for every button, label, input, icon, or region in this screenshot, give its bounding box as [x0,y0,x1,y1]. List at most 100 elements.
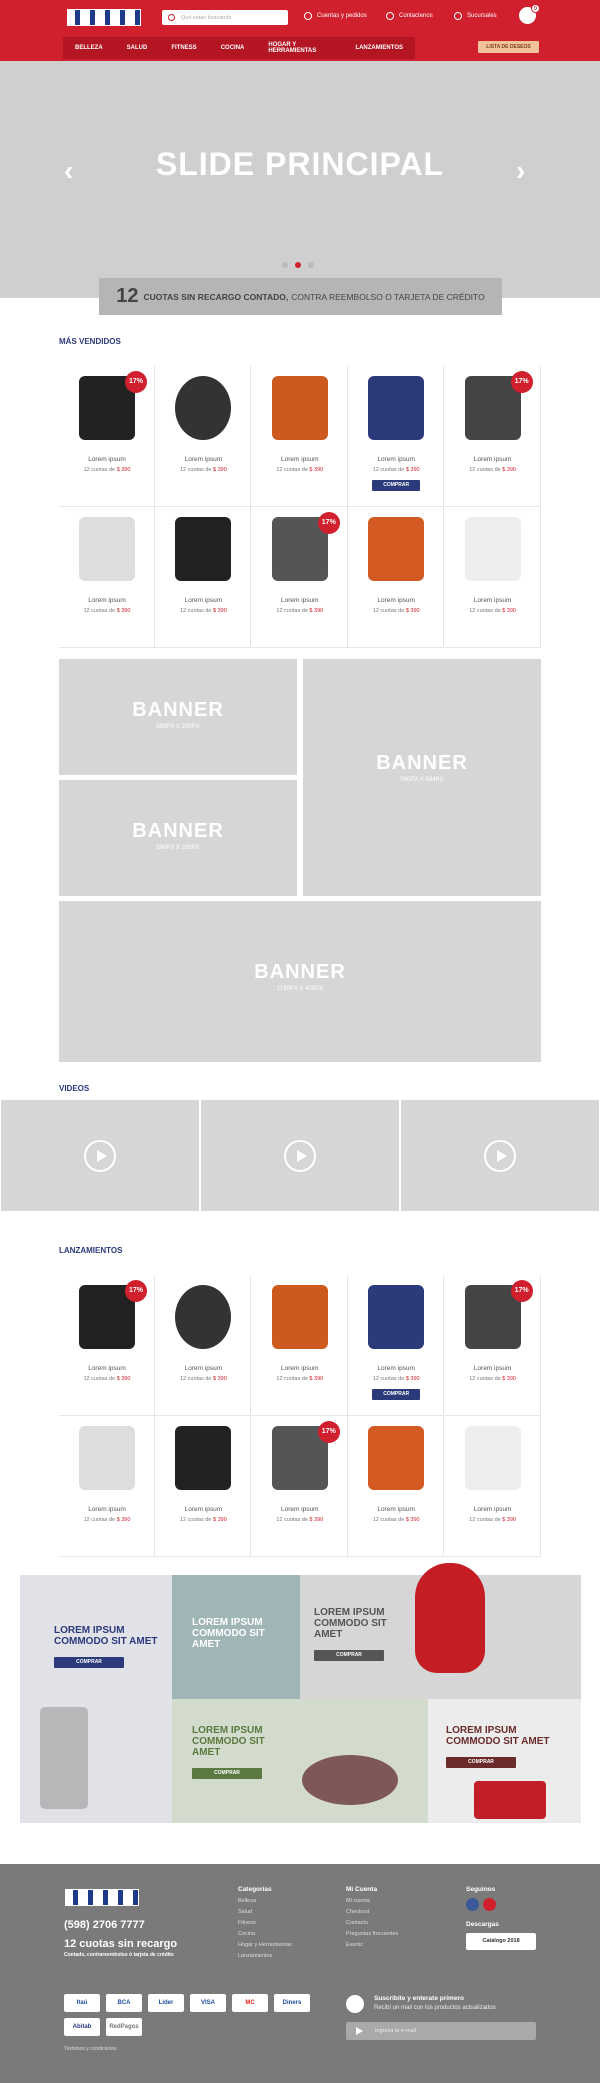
product-image[interactable] [368,1285,425,1349]
catalog-download-button[interactable]: Catálogo 2018 [466,1933,536,1950]
nav-salud[interactable]: SALUD [115,45,160,51]
slider-dot[interactable] [308,262,314,268]
footer-link[interactable]: Hogar y Herramientas [238,1942,292,1948]
product-card[interactable]: Lorem ipsum 12 cuotas de $ 390 [444,1416,541,1557]
product-card[interactable]: 17% Lorem ipsum 12 cuotas de $ 390 [444,366,541,507]
product-image[interactable] [79,517,135,581]
product-name[interactable]: Lorem ipsum [348,1365,444,1372]
product-name[interactable]: Lorem ipsum [348,456,444,463]
product-card[interactable]: 17% Lorem ipsum 12 cuotas de $ 390 [444,1275,541,1416]
footer-link[interactable]: Lanzamientos [238,1953,292,1959]
product-name[interactable]: Lorem ipsum [59,597,155,604]
product-card[interactable]: 17% Lorem ipsum 12 cuotas de $ 390 [251,507,348,648]
product-card[interactable]: Lorem ipsum 12 cuotas de $ 390 [155,1416,252,1557]
nav-lanzamientos[interactable]: LANZAMIENTOS [343,45,415,51]
banner[interactable]: BANNER 590PX X 594PX [303,659,541,896]
footer-link[interactable]: Contacto [346,1920,398,1926]
product-image[interactable] [175,1285,232,1349]
product-name[interactable]: Lorem ipsum [348,1506,444,1513]
promo-buy-button[interactable]: COMPRAR [446,1757,516,1768]
nav-belleza[interactable]: BELLEZA [63,45,115,51]
promo-buy-button[interactable]: COMPRAR [314,1650,384,1661]
play-icon[interactable] [84,1140,116,1172]
nav-cocina[interactable]: COCINA [209,45,257,51]
footer-link[interactable]: Preguntas frecuentes [346,1931,398,1937]
product-image[interactable] [175,1426,232,1490]
product-card[interactable]: Lorem ipsum 12 cuotas de $ 390 [444,507,541,648]
product-image[interactable] [464,517,521,581]
product-image[interactable] [175,376,232,440]
product-name[interactable]: Lorem ipsum [445,456,541,463]
product-card[interactable]: 17% Lorem ipsum 12 cuotas de $ 390 [251,1416,348,1557]
slider-next[interactable]: › [516,155,525,187]
youtube-icon[interactable] [483,1898,496,1911]
banner[interactable]: BANNER 590PX X 295PX [59,780,297,896]
product-card[interactable]: Lorem ipsum 12 cuotas de $ 390 [251,366,348,507]
product-name[interactable]: Lorem ipsum [155,597,251,604]
product-name[interactable]: Lorem ipsum [348,597,444,604]
product-card[interactable]: Lorem ipsum 12 cuotas de $ 390 [59,1416,155,1557]
search-input[interactable]: Qué estás buscando [181,15,231,21]
product-card[interactable]: Lorem ipsum 12 cuotas de $ 390 COMPRAR [348,1275,445,1416]
product-card[interactable]: Lorem ipsum 12 cuotas de $ 390 [155,507,252,648]
banner[interactable]: BANNER 1190PX X 400PX [59,901,541,1062]
footer-link[interactable]: Checkout [346,1909,398,1915]
product-card[interactable]: 17% Lorem ipsum 12 cuotas de $ 390 [59,1275,155,1416]
product-name[interactable]: Lorem ipsum [59,1365,155,1372]
buy-button[interactable]: COMPRAR [372,1389,421,1400]
footer-link[interactable]: Fitness [238,1920,292,1926]
promo-card[interactable]: LOREM IPSUM COMMODO SIT AMET COMPRAR [172,1699,428,1823]
footer-link[interactable]: Belleza [238,1898,292,1904]
product-name[interactable]: Lorem ipsum [155,1506,251,1513]
send-icon[interactable] [356,2027,363,2035]
contact-link[interactable]: Contactenos [386,12,433,20]
product-name[interactable]: Lorem ipsum [445,597,541,604]
product-image[interactable] [271,1285,328,1349]
slider-dot[interactable] [282,262,288,268]
product-name[interactable]: Lorem ipsum [155,1365,251,1372]
footer-link[interactable]: Mi cuenta [346,1898,398,1904]
product-image[interactable] [464,1426,521,1490]
play-icon[interactable] [484,1140,516,1172]
wishlist-button[interactable]: LISTA DE DESEOS [478,41,539,53]
search-box[interactable]: Qué estás buscando [162,10,288,25]
product-card[interactable]: 17% Lorem ipsum 12 cuotas de $ 390 [59,366,155,507]
product-name[interactable]: Lorem ipsum [155,456,251,463]
promo-buy-button[interactable]: COMPRAR [54,1657,124,1668]
email-input[interactable]: Ingresa tu e-mail [375,2028,416,2034]
product-image[interactable] [368,376,425,440]
video-thumb[interactable] [401,1100,599,1211]
stores-link[interactable]: Sucursales [454,12,497,20]
logo[interactable] [67,9,141,26]
promo-card[interactable]: LOREM IPSUM COMMODO SIT AMET COMPRAR [300,1563,581,1699]
product-card[interactable]: Lorem ipsum 12 cuotas de $ 390 [59,507,155,648]
play-icon[interactable] [284,1140,316,1172]
product-image[interactable] [271,376,328,440]
promo-card[interactable]: LOREM IPSUM COMMODO SIT AMET COMPRAR [54,1625,164,1668]
facebook-icon[interactable] [466,1898,479,1911]
slider-dot[interactable] [295,262,301,268]
nav-hogar[interactable]: HOGAR Y HERRAMIENTAS [256,42,343,54]
product-name[interactable]: Lorem ipsum [59,1506,155,1513]
product-name[interactable]: Lorem ipsum [445,1365,541,1372]
product-name[interactable]: Lorem ipsum [252,456,348,463]
footer-link[interactable]: Eventz [346,1942,398,1948]
product-card[interactable]: Lorem ipsum 12 cuotas de $ 390 COMPRAR [348,366,445,507]
footer-logo[interactable] [65,1889,139,1906]
product-card[interactable]: Lorem ipsum 12 cuotas de $ 390 [155,366,252,507]
footer-link[interactable]: Salud [238,1909,292,1915]
product-image[interactable] [175,517,232,581]
nav-fitness[interactable]: FITNESS [159,45,208,51]
product-image[interactable] [79,1426,135,1490]
video-thumb[interactable] [1,1100,199,1211]
video-thumb[interactable] [201,1100,399,1211]
product-card[interactable]: Lorem ipsum 12 cuotas de $ 390 [251,1275,348,1416]
product-card[interactable]: Lorem ipsum 12 cuotas de $ 390 [348,507,445,648]
terms-link[interactable]: Términos y condiciones [64,2046,117,2052]
product-card[interactable]: Lorem ipsum 12 cuotas de $ 390 [155,1275,252,1416]
account-link[interactable]: Cuentas y pedidos [304,12,367,20]
buy-button[interactable]: COMPRAR [372,480,421,491]
product-image[interactable] [368,517,425,581]
product-name[interactable]: Lorem ipsum [445,1506,541,1513]
product-name[interactable]: Lorem ipsum [252,597,348,604]
